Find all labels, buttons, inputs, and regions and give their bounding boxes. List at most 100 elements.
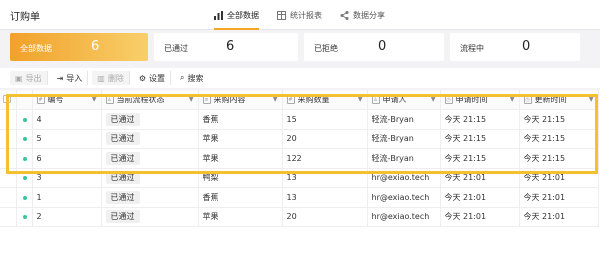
chevron-down-icon[interactable]: ▼ [510, 96, 515, 103]
stat-card-all[interactable]: 全部数据 6 [10, 33, 148, 61]
cell-update-time[interactable]: 今天 21:15 [519, 109, 599, 130]
table-row[interactable]: 4 已通过 香蕉 15 轻流-Bryan 今天 21:15 今天 21:15 [0, 109, 599, 130]
chevron-down-icon[interactable]: ▼ [189, 96, 194, 103]
cell-content[interactable]: 苹果 [198, 148, 283, 169]
status-dot [22, 215, 27, 220]
import-button[interactable]: ⇥ 导入 [52, 71, 89, 85]
cell-id[interactable]: 2 [32, 207, 102, 227]
row-checkbox-cell[interactable] [0, 129, 17, 149]
cell-content[interactable]: 苹果 [198, 129, 283, 149]
cell-quantity[interactable]: 122 [282, 148, 368, 169]
select-all-cell[interactable] [0, 90, 17, 110]
cell-update-time[interactable]: 今天 21:15 [519, 148, 599, 169]
row-checkbox-cell[interactable] [0, 187, 17, 208]
cell-applicant[interactable]: 轻流-Bryan [367, 148, 441, 169]
column-label: 更新时间 [534, 95, 567, 104]
cell-id[interactable]: 1 [32, 187, 102, 208]
status-badge: 已通过 [105, 151, 140, 165]
status-badge: 已通过 [105, 171, 140, 185]
stat-label: 流程中 [460, 44, 484, 53]
cell-apply-time[interactable]: 今天 21:01 [440, 168, 520, 188]
cell-status[interactable]: 已通过 [101, 148, 199, 169]
stat-card-approved[interactable]: 已通过 6 [154, 33, 298, 61]
table-row[interactable]: 2 已通过 苹果 20 hr@exiao.tech 今天 21:01 今天 21:01 [0, 207, 599, 227]
toolbar: ▣ 导出 ⇥ 导入 ▥ 删除 ⚙ 设置 ⌕ 搜索 [0, 68, 600, 88]
data-grid: # 编号 ▼ ♙ 当前流程状态 ▼ ≡ 采购内容 ▼ # 采购数量 ▼ ♙ 申请人 ▼ ◷ 申请时间 ▼… [0, 90, 600, 262]
cell-status[interactable]: 已通过 [101, 109, 199, 130]
tab-share[interactable]: 数据分享 [340, 0, 385, 30]
cell-content[interactable]: 香蕉 [198, 187, 283, 208]
table-row[interactable]: 5 已通过 苹果 20 轻流-Bryan 今天 21:15 今天 21:15 [0, 129, 599, 149]
cell-update-time[interactable]: 今天 21:15 [519, 129, 599, 149]
cell-applicant[interactable]: 轻流-Bryan [367, 109, 441, 130]
column-header-applicant[interactable]: ♙ 申请人 ▼ [367, 90, 441, 110]
stat-card-in-progress[interactable]: 流程中 0 [450, 33, 580, 61]
tab-all-data[interactable]: 全部数据 [214, 0, 259, 30]
cell-applicant[interactable]: 轻流-Bryan [367, 129, 441, 149]
cell-quantity[interactable]: 20 [282, 207, 368, 227]
delete-label: 删除 [107, 73, 124, 83]
chevron-down-icon[interactable]: ▼ [92, 96, 97, 103]
column-header-update-time[interactable]: ◷ 更新时间 ▼ [519, 90, 599, 110]
bar-chart-icon [214, 10, 223, 20]
table-row[interactable]: 1 已通过 香蕉 13 hr@exiao.tech 今天 21:01 今天 21:01 [0, 187, 599, 208]
cell-apply-time[interactable]: 今天 21:01 [440, 207, 520, 227]
stat-label: 已通过 [164, 44, 188, 53]
select-all-checkbox[interactable] [3, 94, 11, 103]
cell-id[interactable]: 5 [32, 129, 102, 149]
cell-id[interactable]: 4 [32, 109, 102, 130]
export-button[interactable]: ▣ 导出 [10, 71, 48, 85]
column-header-status[interactable]: ♙ 当前流程状态 ▼ [101, 90, 199, 110]
cell-update-time[interactable]: 今天 21:01 [519, 207, 599, 227]
column-header-content[interactable]: ≡ 采购内容 ▼ [198, 90, 283, 110]
cell-quantity[interactable]: 20 [282, 129, 368, 149]
column-header-apply-time[interactable]: ◷ 申请时间 ▼ [440, 90, 520, 110]
chevron-down-icon[interactable]: ▼ [358, 96, 363, 103]
export-icon: ▣ [15, 73, 23, 83]
cell-apply-time[interactable]: 今天 21:15 [440, 109, 520, 130]
status-badge: 已通过 [105, 190, 140, 204]
settings-button[interactable]: ⚙ 设置 [134, 71, 171, 85]
cell-status[interactable]: 已通过 [101, 168, 199, 188]
cell-id[interactable]: 6 [32, 148, 102, 169]
app-title: 订购单 [10, 12, 40, 23]
cell-content[interactable]: 苹果 [198, 207, 283, 227]
search-button[interactable]: ⌕ 搜索 [175, 71, 208, 85]
cell-apply-time[interactable]: 今天 21:15 [440, 148, 520, 169]
row-checkbox-cell[interactable] [0, 109, 17, 130]
cell-status[interactable]: 已通过 [101, 129, 199, 149]
cell-applicant[interactable]: hr@exiao.tech [367, 168, 441, 188]
chevron-down-icon[interactable]: ▼ [431, 96, 436, 103]
cell-applicant[interactable]: hr@exiao.tech [367, 187, 441, 208]
status-badge: 已通过 [105, 210, 140, 224]
row-status-cell [16, 109, 33, 130]
row-checkbox-cell[interactable] [0, 168, 17, 188]
cell-content[interactable]: 香蕉 [198, 109, 283, 130]
cell-quantity[interactable]: 13 [282, 168, 368, 188]
tab-reports[interactable]: 统计报表 [277, 0, 322, 30]
cell-apply-time[interactable]: 今天 21:01 [440, 187, 520, 208]
cell-apply-time[interactable]: 今天 21:15 [440, 129, 520, 149]
status-badge: 已通过 [105, 112, 140, 126]
status-dot [22, 117, 27, 122]
status-dot [22, 176, 27, 181]
chevron-down-icon[interactable]: ▼ [589, 96, 594, 103]
delete-button[interactable]: ▥ 删除 [92, 71, 130, 85]
cell-status[interactable]: 已通过 [101, 187, 199, 208]
cell-id[interactable]: 3 [32, 168, 102, 188]
cell-quantity[interactable]: 13 [282, 187, 368, 208]
row-checkbox-cell[interactable] [0, 148, 17, 169]
cell-status[interactable]: 已通过 [101, 207, 199, 227]
column-header-id[interactable]: # 编号 ▼ [32, 90, 102, 110]
stat-card-rejected[interactable]: 已拒绝 0 [304, 33, 444, 61]
table-row[interactable]: 6 已通过 苹果 122 轻流-Bryan 今天 21:15 今天 21:15 [0, 148, 599, 169]
cell-update-time[interactable]: 今天 21:01 [519, 168, 599, 188]
cell-applicant[interactable]: hr@exiao.tech [367, 207, 441, 227]
table-row[interactable]: 3 已通过 鸭梨 13 hr@exiao.tech 今天 21:01 今天 21:01 [0, 168, 599, 188]
cell-update-time[interactable]: 今天 21:01 [519, 187, 599, 208]
row-checkbox-cell[interactable] [0, 207, 17, 227]
cell-quantity[interactable]: 15 [282, 109, 368, 130]
cell-content[interactable]: 鸭梨 [198, 168, 283, 188]
column-header-quantity[interactable]: # 采购数量 ▼ [282, 90, 368, 110]
chevron-down-icon[interactable]: ▼ [273, 96, 278, 103]
